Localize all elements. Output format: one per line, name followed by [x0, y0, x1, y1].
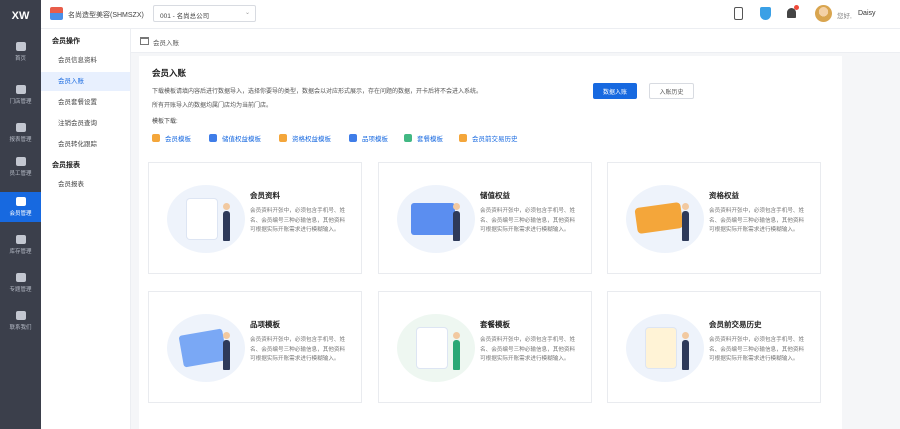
card-stored-value[interactable]: 储值权益 会员资料开张中，必须包含手机号、姓名、会员编号三种必输信息，其他资料可… — [378, 162, 592, 274]
report-icon — [15, 123, 26, 132]
submenu-item-cancel[interactable]: 注销会员查询 — [41, 114, 130, 133]
top-header: 名尚造型美容(SHMSZX) 001 - 名尚总公司 ⌄ 您好, Daisy — [41, 0, 900, 29]
badge-icon — [279, 134, 287, 142]
import-history-button[interactable]: 入账历史 — [649, 83, 694, 99]
page-title: 会员入账 — [152, 68, 187, 78]
card-illustration — [626, 185, 704, 253]
rail-item-topic[interactable]: 专题管理 — [0, 268, 41, 298]
crown-icon — [152, 134, 160, 142]
rail-item-report[interactable]: 报表管理 — [0, 118, 41, 148]
description-line-1: 下载模板请填内容后进行数据导入，选择你要导的类型，数据会以对应形式展示，存在问题… — [152, 89, 483, 95]
template-link-package[interactable]: 套餐模板 — [404, 132, 443, 144]
store-icon — [15, 85, 26, 94]
staff-icon — [15, 157, 26, 166]
home-icon[interactable] — [140, 37, 149, 45]
phone-icon — [15, 311, 26, 320]
store-select[interactable]: 001 - 名尚总公司 ⌄ — [153, 5, 256, 22]
card-qualification[interactable]: 资格权益 会员资料开张中，必须包含手机号、姓名、会员编号三种必输信息，其他资料可… — [607, 162, 821, 274]
card-transaction-history[interactable]: 会员前交易历史 会员资料开张中，必须包含手机号、姓名、会员编号三种必输信息，其他… — [607, 291, 821, 403]
main-panel: 会员入账 下载模板请填内容后进行数据导入，选择你要导的类型，数据会以对应形式展示… — [139, 56, 842, 429]
data-import-button[interactable]: 数据入账 — [593, 83, 637, 99]
breadcrumb-current: 会员入账 — [153, 40, 179, 47]
inventory-icon — [15, 235, 26, 244]
card-item-template[interactable]: 品项模板 会员资料开张中，必须包含手机号、姓名、会员编号三种必输信息，其他资料可… — [148, 291, 362, 403]
submenu-item-track[interactable]: 会员转化跟踪 — [41, 135, 130, 154]
breadcrumb: 会员入账 — [131, 29, 900, 53]
submenu-item-entry[interactable]: 会员入账 — [41, 72, 130, 91]
sub-menu: 会员操作 会员信息资料 会员入账 会员套餐设置 注销会员查询 会员转化跟踪 会员… — [41, 29, 131, 429]
rail-item-staff[interactable]: 员工管理 — [0, 152, 41, 182]
home-icon — [15, 42, 26, 51]
notification-dot — [794, 5, 799, 10]
submenu-group-ops: 会员操作 — [52, 38, 80, 45]
template-link-stored-value[interactable]: 储值权益模板 — [209, 132, 261, 144]
folder-illustration — [397, 185, 475, 253]
item-illustration — [167, 314, 245, 382]
monitor-icon — [15, 273, 26, 282]
rail-item-contact[interactable]: 联系我们 — [0, 306, 41, 336]
template-link-history[interactable]: 会员前交易历史 — [459, 132, 518, 144]
greeting: 您好, — [837, 13, 852, 20]
card-member-info[interactable]: 会员资料 会员资料开张中，必须包含手机号、姓名、会员编号三种必输信息，其他资料可… — [148, 162, 362, 274]
template-link-qualification[interactable]: 资格权益模板 — [279, 132, 331, 144]
template-link-member[interactable]: 会员模板 — [152, 132, 191, 144]
mobile-icon[interactable] — [734, 7, 743, 20]
submenu-group-report: 会员报表 — [52, 162, 80, 169]
wallet-icon — [209, 134, 217, 142]
store-name: 名尚造型美容(SHMSZX) — [68, 12, 144, 19]
avatar[interactable] — [815, 5, 832, 22]
download-app-icon[interactable] — [760, 7, 771, 20]
template-link-item[interactable]: 品项模板 — [349, 132, 388, 144]
nav-rail: XW 首页 门店管理 报表管理 员工管理 会员管理 库存管理 专题管理 联系我们 — [0, 0, 41, 429]
member-illustration — [167, 185, 245, 253]
package-icon — [404, 134, 412, 142]
user-name[interactable]: Daisy — [858, 10, 876, 17]
submenu-item-info[interactable]: 会员信息资料 — [41, 51, 130, 70]
rail-item-home[interactable]: 首页 — [0, 37, 41, 67]
template-download-label: 模板下载: — [152, 119, 178, 125]
card-package-template[interactable]: 套餐模板 会员资料开张中，必须包含手机号、姓名、会员编号三种必输信息，其他资料可… — [378, 291, 592, 403]
bell-icon[interactable] — [787, 5, 799, 18]
item-icon — [349, 134, 357, 142]
store-logo-icon — [50, 7, 63, 20]
chevron-down-icon: ⌄ — [244, 10, 250, 16]
submenu-item-report[interactable]: 会员报表 — [41, 175, 130, 194]
rail-item-store[interactable]: 门店管理 — [0, 80, 41, 110]
rail-item-member[interactable]: 会员管理 — [0, 192, 41, 222]
history-illustration — [626, 314, 704, 382]
app-logo[interactable]: XW — [0, 0, 41, 32]
package-illustration — [397, 314, 475, 382]
rail-item-inventory[interactable]: 库存管理 — [0, 230, 41, 260]
member-icon — [15, 197, 26, 206]
description-line-2: 所有开账导入的数据均属门店均为当前门店。 — [152, 103, 273, 109]
history-icon — [459, 134, 467, 142]
submenu-item-package[interactable]: 会员套餐设置 — [41, 93, 130, 112]
